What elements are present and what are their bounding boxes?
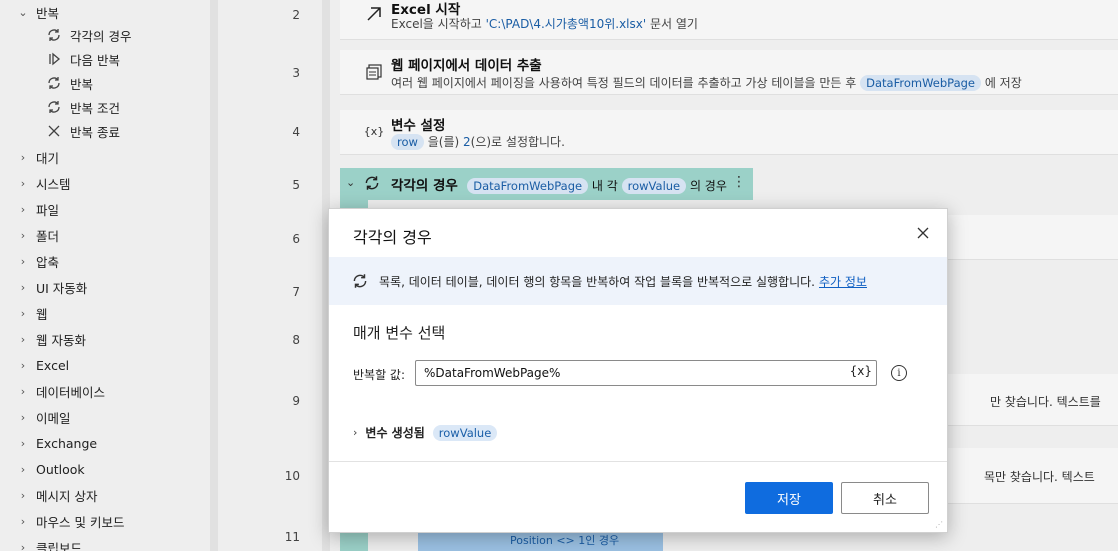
loop-icon: [351, 272, 369, 290]
variables-produced-section[interactable]: › 변수 생성됨 rowValue: [353, 424, 498, 441]
field-label: 반복할 값:: [353, 368, 406, 382]
variable-picker-button[interactable]: {x}: [850, 364, 872, 378]
loop-value-input[interactable]: %DataFromWebPage% {x}: [415, 360, 877, 386]
resize-grip-icon[interactable]: ⋰: [935, 520, 945, 530]
variable-token[interactable]: rowValue: [432, 424, 498, 441]
for-each-dialog: 각각의 경우 목록, 데이터 테이블, 데이터 행의 항목을 반복하여 작업 블…: [328, 208, 948, 533]
variables-label: 변수 생성됨: [365, 426, 425, 440]
info-icon[interactable]: i: [891, 365, 907, 381]
section-title: 매개 변수 선택: [353, 324, 446, 342]
chevron-right-icon: ›: [353, 426, 358, 439]
info-text: 목록, 데이터 테이블, 데이터 행의 항목을 반복하여 작업 블록을 반복적으…: [379, 274, 815, 289]
input-value: %DataFromWebPage%: [424, 366, 561, 380]
info-banner: 목록, 데이터 테이블, 데이터 행의 항목을 반복하여 작업 블록을 반복적으…: [329, 257, 947, 305]
divider: [329, 461, 947, 462]
more-info-link[interactable]: 추가 정보: [819, 273, 867, 290]
save-button[interactable]: 저장: [745, 482, 833, 514]
close-icon[interactable]: [913, 223, 933, 243]
cancel-button[interactable]: 취소: [841, 482, 929, 514]
dialog-title: 각각의 경우: [353, 228, 432, 247]
